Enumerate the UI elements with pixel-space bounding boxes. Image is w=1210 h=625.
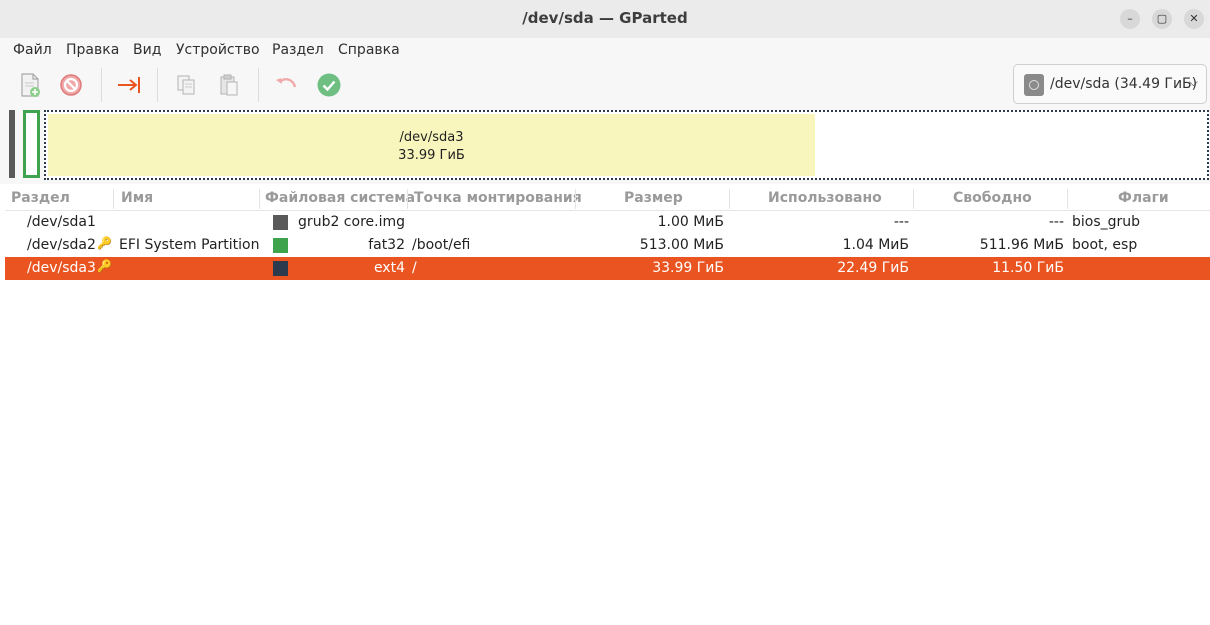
- menu-edit[interactable]: Правка: [66, 42, 119, 58]
- column-divider: [575, 189, 576, 209]
- toolbar: /dev/sda (34.49 ГиБ) ⌵: [0, 62, 1210, 108]
- cell-name: EFI System Partition: [119, 237, 260, 253]
- column-header-filesystem[interactable]: Файловая система: [265, 190, 415, 206]
- toolbar-separator: [157, 68, 158, 102]
- key-icon: 🔑: [97, 259, 112, 273]
- diskmap-partition-sda1[interactable]: [9, 110, 15, 178]
- toolbar-separator: [258, 68, 259, 102]
- column-header-mountpoint[interactable]: Точка монтирования: [414, 190, 582, 206]
- maximize-button[interactable]: ▢: [1152, 9, 1172, 29]
- diskmap-partition-sda3[interactable]: /dev/sda3 33.99 ГиБ: [44, 110, 1209, 180]
- cell-used: ---: [893, 214, 909, 230]
- minimize-button[interactable]: –: [1120, 9, 1140, 29]
- column-header-used[interactable]: Использовано: [768, 190, 882, 206]
- cell-mountpoint: /: [412, 260, 417, 276]
- menu-partition[interactable]: Раздел: [272, 42, 324, 58]
- window-title: /dev/sda — GParted: [522, 9, 688, 27]
- cell-partition: /dev/sda2: [27, 237, 96, 253]
- column-header-flags[interactable]: Флаги: [1118, 190, 1169, 206]
- toolbar-separator: [101, 68, 102, 102]
- filesystem-color-swatch: [273, 261, 288, 276]
- new-partition-icon[interactable]: [16, 71, 44, 99]
- cell-size: 513.00 МиБ: [639, 237, 724, 253]
- menu-view[interactable]: Вид: [133, 42, 161, 58]
- undo-icon[interactable]: [272, 71, 300, 99]
- column-divider: [729, 189, 730, 209]
- cell-partition: /dev/sda1: [27, 214, 96, 230]
- column-header-partition[interactable]: Раздел: [11, 190, 70, 206]
- cell-flags: boot, esp: [1072, 237, 1138, 253]
- filesystem-color-swatch: [273, 238, 288, 253]
- device-selector[interactable]: /dev/sda (34.49 ГиБ) ⌵: [1013, 64, 1207, 104]
- diskmap-partition-sda2[interactable]: [23, 110, 40, 178]
- cell-partition: /dev/sda3: [27, 260, 96, 276]
- paste-icon[interactable]: [215, 71, 243, 99]
- column-divider: [1067, 189, 1068, 209]
- resize-move-icon[interactable]: [115, 71, 143, 99]
- cell-flags: bios_grub: [1072, 214, 1141, 230]
- cell-free: ---: [1048, 214, 1064, 230]
- column-divider: [113, 189, 114, 209]
- diskmap-partition-name: /dev/sda3: [399, 130, 464, 145]
- device-selector-label: /dev/sda (34.49 ГиБ): [1050, 76, 1198, 92]
- diskmap-partition-size: 33.99 ГиБ: [398, 148, 465, 163]
- cell-used: 1.04 МиБ: [842, 237, 909, 253]
- cell-free: 511.96 МиБ: [979, 237, 1064, 253]
- table-row[interactable]: /dev/sda2 🔑 EFI System Partition fat32 /…: [5, 234, 1210, 257]
- cell-size: 33.99 ГиБ: [652, 260, 724, 276]
- column-header-name[interactable]: Имя: [121, 190, 153, 206]
- cell-mountpoint: /boot/efi: [412, 237, 471, 253]
- cell-filesystem: grub2 core.img: [298, 214, 405, 230]
- menu-device[interactable]: Устройство: [176, 42, 260, 58]
- disk-icon: [1024, 74, 1044, 96]
- delete-icon[interactable]: [57, 71, 85, 99]
- cell-filesystem: ext4: [373, 260, 405, 276]
- column-header-free[interactable]: Свободно: [953, 190, 1032, 206]
- column-divider: [259, 189, 260, 209]
- cell-size: 1.00 МиБ: [657, 214, 724, 230]
- menu-bar: Файл Правка Вид Устройство Раздел Справк…: [0, 38, 1210, 62]
- table-row-selected[interactable]: /dev/sda3 🔑 ext4 / 33.99 ГиБ 22.49 ГиБ 1…: [5, 257, 1210, 280]
- table-row[interactable]: /dev/sda1 grub2 core.img 1.00 МиБ --- --…: [5, 211, 1210, 234]
- title-bar: /dev/sda — GParted – ▢ ✕: [0, 0, 1210, 39]
- disk-map: /dev/sda3 33.99 ГиБ: [0, 108, 1210, 184]
- diskmap-partition-label: /dev/sda3 33.99 ГиБ: [48, 129, 815, 165]
- chevron-down-icon: ⌵: [1188, 75, 1198, 89]
- column-header-size[interactable]: Размер: [624, 190, 683, 206]
- close-button[interactable]: ✕: [1184, 9, 1204, 29]
- cell-filesystem: fat32: [368, 237, 405, 253]
- table-header: Раздел Имя Файловая система Точка монтир…: [5, 186, 1210, 211]
- column-divider: [913, 189, 914, 209]
- menu-file[interactable]: Файл: [13, 42, 52, 58]
- key-icon: 🔑: [97, 236, 112, 250]
- cell-used: 22.49 ГиБ: [837, 260, 909, 276]
- cell-free: 11.50 ГиБ: [992, 260, 1064, 276]
- apply-icon[interactable]: [315, 71, 343, 99]
- copy-icon[interactable]: [172, 71, 200, 99]
- menu-help[interactable]: Справка: [338, 42, 400, 58]
- partition-table: Раздел Имя Файловая система Точка монтир…: [5, 184, 1210, 625]
- column-divider: [407, 189, 408, 209]
- filesystem-color-swatch: [273, 215, 288, 230]
